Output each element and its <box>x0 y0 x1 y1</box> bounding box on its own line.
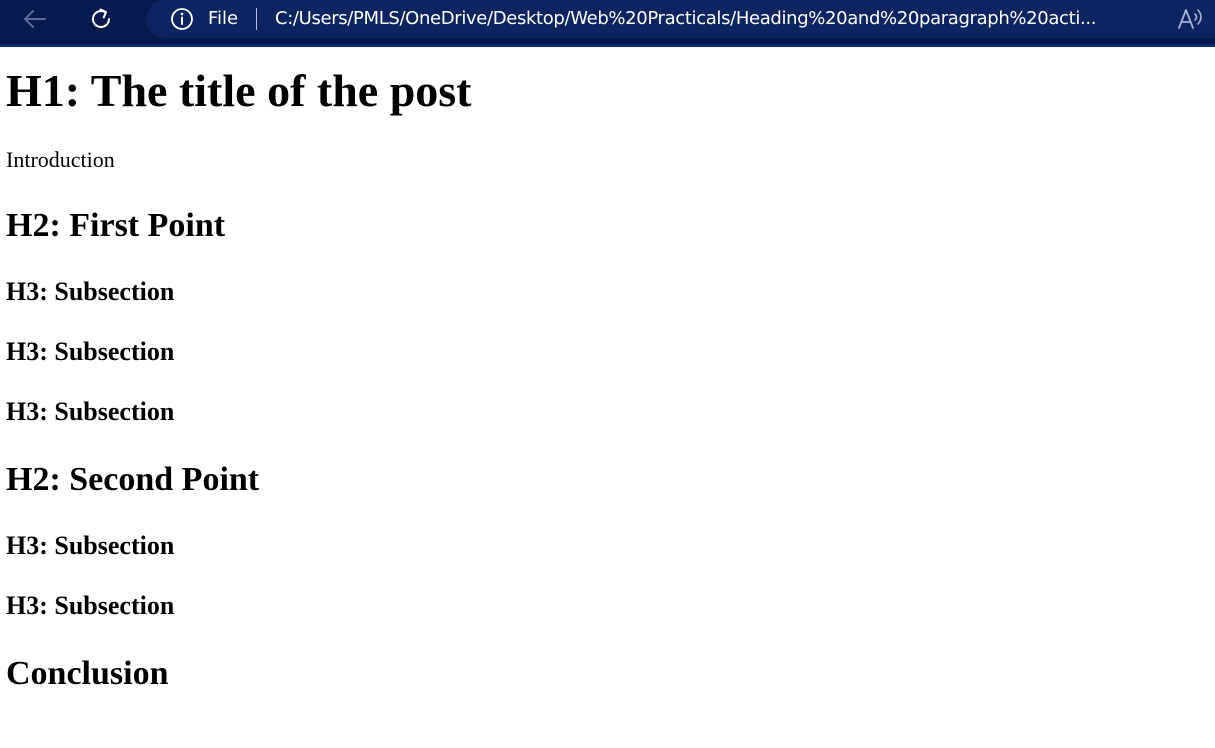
read-aloud-icon[interactable] <box>1176 5 1206 33</box>
subsection-heading: H3: Subsection <box>6 337 175 366</box>
info-icon[interactable] <box>170 7 194 31</box>
reload-icon[interactable] <box>86 4 116 34</box>
browser-toolbar: File C:/Users/PMLS/OneDrive/Desktop/Web%… <box>0 0 1215 47</box>
intro-paragraph: Introduction <box>6 147 115 172</box>
subsection-heading: H3: Subsection <box>6 277 175 306</box>
post-title: H1: The title of the post <box>6 65 472 116</box>
heading-first-point: H2: First Point <box>6 207 226 244</box>
address-bar[interactable]: File C:/Users/PMLS/OneDrive/Desktop/Web%… <box>146 0 1215 38</box>
heading-second-point: H2: Second Point <box>6 461 260 498</box>
url-text[interactable]: C:/Users/PMLS/OneDrive/Desktop/Web%20Pra… <box>275 7 1157 31</box>
page-content: H1: The title of the post Introduction H… <box>0 47 1215 748</box>
back-arrow-icon[interactable] <box>20 4 50 34</box>
heading-conclusion: Conclusion <box>6 655 169 692</box>
address-divider <box>256 8 257 30</box>
subsection-heading: H3: Subsection <box>6 397 175 426</box>
site-scheme-label[interactable]: File <box>208 7 238 31</box>
subsection-heading: H3: Subsection <box>6 591 175 620</box>
subsection-heading: H3: Subsection <box>6 531 175 560</box>
